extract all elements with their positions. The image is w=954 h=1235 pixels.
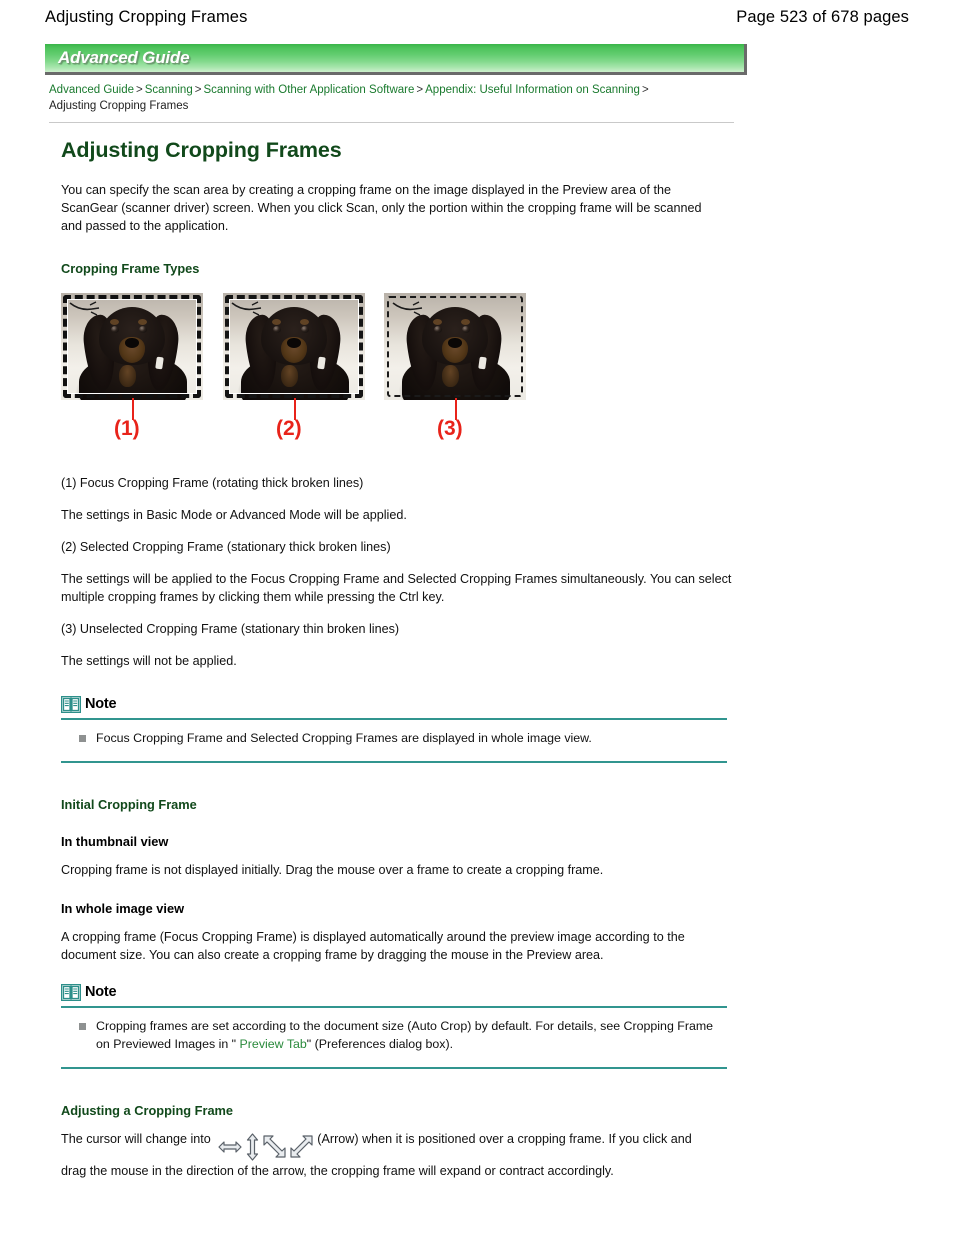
adjusting-paragraph: The cursor will change into (Arrow) when… xyxy=(61,1130,713,1180)
frame-type-desc-2: The settings will be applied to the Focu… xyxy=(61,572,732,604)
bullet-square-icon xyxy=(79,1023,86,1030)
note-bottom-rule xyxy=(61,761,727,763)
thumbnail-view-text: Cropping frame is not displayed initiall… xyxy=(61,863,604,877)
breadcrumb-separator: > xyxy=(136,84,143,96)
note-title: Note xyxy=(85,984,117,1000)
frame-type-desc-1: The settings in Basic Mode or Advanced M… xyxy=(61,508,407,522)
section-heading-cropping-frame-types: Cropping Frame Types xyxy=(61,261,200,276)
note-list-item: Cropping frames are set according to the… xyxy=(61,1017,727,1053)
eyelash-doodle-icon xyxy=(392,301,423,316)
breadcrumb-separator: > xyxy=(194,84,202,96)
note-header: Note xyxy=(61,694,727,714)
advanced-guide-banner: Advanced Guide xyxy=(45,44,747,75)
whole-image-view-text: A cropping frame (Focus Cropping Frame) … xyxy=(61,930,685,962)
breadcrumb-separator: > xyxy=(416,84,424,96)
cursor-icon-group xyxy=(216,1132,315,1162)
figure-image-1 xyxy=(61,293,203,400)
dog-brow-left xyxy=(110,319,119,325)
section-heading-adjusting-a-cropping-frame: Adjusting a Cropping Frame xyxy=(61,1103,234,1118)
resize-vertical-cursor-icon xyxy=(247,1133,259,1161)
breadcrumb-item-advanced-guide[interactable]: Advanced Guide xyxy=(49,84,134,96)
frame-type-item-2: (2) Selected Cropping Frame (stationary … xyxy=(61,540,391,554)
dog-eye-right xyxy=(139,326,147,333)
preview-tab-link[interactable]: Preview Tab xyxy=(240,1037,307,1051)
breadcrumb-item-scanning[interactable]: Scanning xyxy=(145,84,193,96)
open-book-icon xyxy=(61,695,81,713)
resize-nwse-cursor-icon xyxy=(263,1135,286,1158)
note-header: Note xyxy=(61,982,727,1002)
page-title: Adjusting Cropping Frames xyxy=(61,138,342,162)
figure-image-3 xyxy=(384,293,526,400)
eyelash-doodle-icon xyxy=(231,301,262,316)
dog-photo xyxy=(223,293,365,400)
note-body: Cropping frames are set according to the… xyxy=(61,1008,727,1063)
note-bottom-rule xyxy=(61,1067,727,1069)
banner-label: Advanced Guide xyxy=(58,48,190,67)
bullet-square-icon xyxy=(79,735,86,742)
callout-label-3: (3) xyxy=(437,417,463,440)
cropping-frame-types-figure: (1) (2) (3) xyxy=(61,293,561,458)
dog-eye-right xyxy=(301,326,309,333)
note-title: Note xyxy=(85,696,117,712)
note-list-item-text: Focus Cropping Frame and Selected Croppi… xyxy=(96,731,592,745)
subheading-in-whole-image-view: In whole image view xyxy=(61,901,185,916)
note-list-item-text: Cropping frames are set according to the… xyxy=(96,1017,716,1053)
intro-paragraph: You can specify the scan area by creatin… xyxy=(61,183,702,233)
note-text-after-link: " (Preferences dialog box). xyxy=(306,1037,454,1051)
dog-chest-patch xyxy=(281,365,298,387)
note-body: Focus Cropping Frame and Selected Croppi… xyxy=(61,720,727,757)
subheading-in-thumbnail-view: In thumbnail view xyxy=(61,834,169,849)
dog-photo xyxy=(384,293,526,400)
dog-chest-patch xyxy=(442,365,459,387)
adjusting-text-before-icons: The cursor will change into xyxy=(61,1132,211,1146)
dog-eye-left xyxy=(273,326,281,333)
section-heading-initial-cropping-frame: Initial Cropping Frame xyxy=(61,797,197,812)
breadcrumb-item-scanning-other-software[interactable]: Scanning with Other Application Software xyxy=(203,84,414,96)
frame-type-item-1: (1) Focus Cropping Frame (rotating thick… xyxy=(61,476,364,490)
dog-eye-left xyxy=(111,326,119,333)
dog-nose xyxy=(125,338,139,348)
figure-image-2 xyxy=(223,293,365,400)
note-box-1: Note Focus Cropping Frame and Selected C… xyxy=(61,694,727,763)
eyelash-doodle-icon xyxy=(69,301,100,316)
document-content: Adjusting Cropping Frames You can specif… xyxy=(61,136,741,1180)
frame-type-item-3: (3) Unselected Cropping Frame (stationar… xyxy=(61,622,400,636)
note-list-item: Focus Cropping Frame and Selected Croppi… xyxy=(61,729,727,747)
resize-horizontal-cursor-icon xyxy=(218,1141,242,1153)
dog-brow-right xyxy=(461,319,470,325)
resize-nesw-cursor-icon xyxy=(290,1135,313,1158)
dog-nose xyxy=(448,338,462,348)
dog-brow-left xyxy=(272,319,281,325)
callout-label-1: (1) xyxy=(114,417,140,440)
breadcrumb-separator: > xyxy=(641,84,649,96)
dog-eye-right xyxy=(462,326,470,333)
breadcrumb: Advanced Guide > Scanning > Scanning with Ot… xyxy=(49,83,749,114)
open-book-icon xyxy=(61,983,81,1001)
breadcrumb-divider xyxy=(49,122,734,123)
dog-brow-left xyxy=(433,319,442,325)
dog-chest-patch xyxy=(119,365,136,387)
dog-eye-left xyxy=(434,326,442,333)
dog-nose xyxy=(287,338,301,348)
page-number-indicator: Page 523 of 678 pages xyxy=(736,7,909,26)
page-header: Adjusting Cropping Frames Page 523 of 67… xyxy=(0,0,954,34)
dog-photo xyxy=(61,293,203,400)
note-box-2: Note Cropping frames are set according t… xyxy=(61,982,727,1069)
page-header-title: Adjusting Cropping Frames xyxy=(45,7,248,26)
breadcrumb-item-appendix[interactable]: Appendix: Useful Information on Scanning xyxy=(425,84,640,96)
callout-label-2: (2) xyxy=(276,417,302,440)
frame-type-desc-3: The settings will not be applied. xyxy=(61,654,237,668)
dog-brow-right xyxy=(300,319,309,325)
dog-brow-right xyxy=(138,319,147,325)
breadcrumb-item-current: Adjusting Cropping Frames xyxy=(49,99,189,112)
